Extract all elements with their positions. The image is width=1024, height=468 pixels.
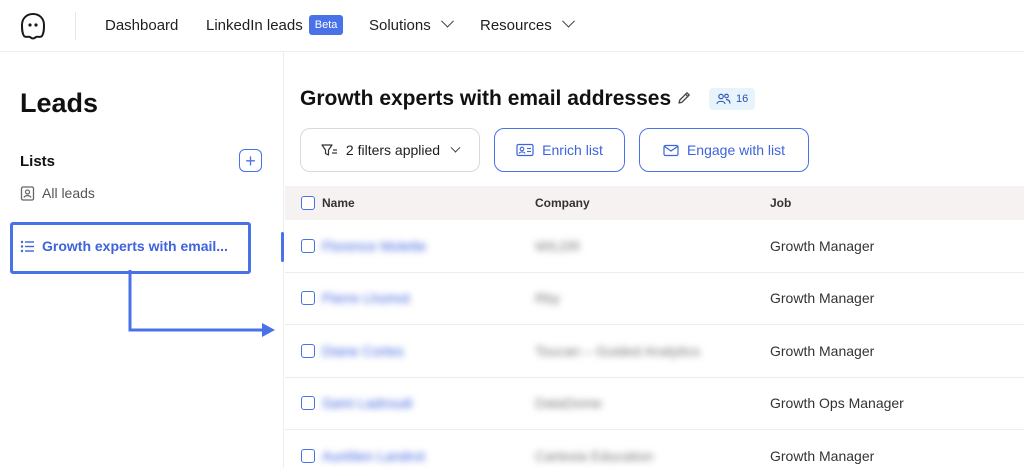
chevron-down-icon: [561, 14, 575, 28]
table-row[interactable]: Florence Molette WILDR Growth Manager: [285, 220, 1024, 273]
row-checkbox[interactable]: [301, 238, 315, 253]
lead-company: WILDR: [535, 237, 581, 254]
nav-divider: [75, 12, 76, 40]
table-row[interactable]: Sami Ladroudi DataDome Growth Ops Manage…: [285, 378, 1024, 430]
sidebar-item-growth-experts[interactable]: Growth experts with email...: [20, 238, 228, 254]
column-header-job[interactable]: Job: [770, 196, 791, 210]
ghost-logo-icon[interactable]: [19, 11, 47, 41]
pencil-icon[interactable]: [676, 90, 692, 106]
sidebar-item-label: Growth experts with email...: [42, 238, 228, 254]
users-icon: [716, 93, 731, 105]
column-header-company[interactable]: Company: [535, 196, 590, 210]
chevron-down-icon: [440, 14, 454, 28]
sidebar-item-label: All leads: [42, 185, 95, 201]
row-checkbox[interactable]: [301, 396, 315, 411]
table-row[interactable]: Diane Cortes Toucan – Guided Analytics G…: [285, 325, 1024, 378]
leads-table: Name Company Job Florence Molette WILDR …: [285, 186, 1024, 468]
sidebar: Leads Lists + All leads Growth experts w…: [0, 52, 284, 468]
contact-card-icon: [20, 185, 35, 201]
filter-icon: [321, 144, 337, 156]
filters-dropdown[interactable]: 2 filters applied: [300, 128, 480, 172]
column-header-name[interactable]: Name: [322, 196, 355, 210]
lead-name[interactable]: Florence Molette: [322, 238, 426, 254]
list-title: Growth experts with email addresses: [300, 87, 672, 110]
beta-badge: Beta: [308, 15, 344, 35]
table-row[interactable]: Aurélien Landrot Cartesia Education Grow…: [285, 430, 1024, 468]
plus-icon: +: [245, 150, 256, 171]
nav-resources[interactable]: Resources: [480, 14, 575, 34]
nav-solutions-label: Solutions: [369, 17, 431, 34]
select-all-checkbox[interactable]: [301, 196, 315, 210]
lists-heading: Lists: [20, 153, 56, 170]
lead-name[interactable]: Sami Ladroudi: [322, 395, 412, 411]
nav-dashboard-label: Dashboard: [105, 17, 179, 34]
table-row[interactable]: Pierre Lhomot Rby Growth Manager: [285, 273, 1024, 325]
nav-linkedin-leads[interactable]: LinkedIn leads Beta: [206, 15, 344, 35]
enrich-list-button[interactable]: Enrich list: [494, 128, 625, 172]
lead-job: Growth Manager: [770, 447, 875, 464]
lead-job: Growth Manager: [770, 290, 875, 307]
active-indicator: [281, 232, 284, 262]
lead-name[interactable]: Pierre Lhomot: [322, 290, 410, 306]
lead-name[interactable]: Aurélien Landrot: [322, 448, 425, 464]
enrich-card-icon: [516, 143, 534, 157]
lead-name[interactable]: Diane Cortes: [322, 343, 404, 359]
row-checkbox[interactable]: [301, 291, 315, 306]
engage-list-button[interactable]: Engage with list: [639, 128, 809, 172]
lead-company: Rby: [535, 290, 560, 307]
nav-resources-label: Resources: [480, 17, 552, 34]
row-checkbox[interactable]: [301, 448, 315, 463]
list-icon: [20, 240, 34, 252]
nav-dashboard[interactable]: Dashboard: [105, 17, 178, 34]
nav-solutions[interactable]: Solutions: [369, 14, 454, 34]
nav-linkedin-leads-label: LinkedIn leads: [206, 16, 303, 34]
row-checkbox[interactable]: [301, 343, 315, 358]
lead-job: Growth Ops Manager: [770, 395, 904, 412]
lead-job: Growth Manager: [770, 342, 875, 359]
page-title: Leads: [20, 88, 99, 118]
mail-icon: [663, 144, 679, 156]
member-count: 16: [736, 93, 749, 105]
chevron-down-icon: [450, 142, 461, 153]
engage-label: Engage with list: [686, 142, 786, 158]
member-count-badge: 16: [709, 88, 756, 110]
annotation-arrow: [128, 270, 275, 337]
add-list-button[interactable]: +: [239, 149, 262, 172]
main-content: Growth experts with email addresses 16 2…: [285, 52, 1024, 468]
lead-company: DataDome: [535, 395, 602, 412]
table-header: Name Company Job: [285, 186, 1024, 220]
lead-company: Toucan – Guided Analytics: [535, 342, 700, 359]
filters-label: 2 filters applied: [345, 142, 441, 158]
top-navigation: Dashboard LinkedIn leads Beta Solutions …: [0, 0, 1024, 52]
lead-job: Growth Manager: [770, 237, 875, 254]
enrich-label: Enrich list: [542, 142, 603, 158]
lead-company: Cartesia Education: [535, 447, 654, 464]
sidebar-item-all-leads[interactable]: All leads: [20, 185, 95, 201]
